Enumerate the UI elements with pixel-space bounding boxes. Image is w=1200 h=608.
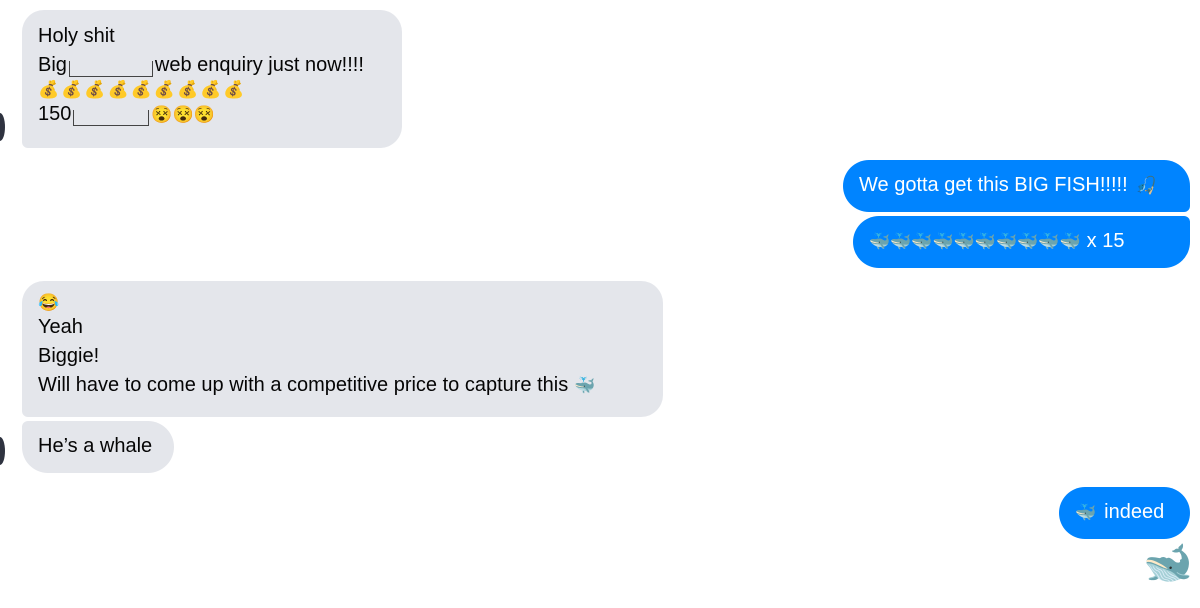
message-text: Will have to come up with a competitive … <box>38 374 569 396</box>
message-text: indeed <box>1104 501 1165 523</box>
message-line: Holy shit <box>38 22 386 51</box>
outgoing-message[interactable]: 🐳 indeed <box>1059 487 1190 539</box>
whale-icon: 🐳🐳🐳🐳🐳🐳🐳🐳🐳🐳 <box>869 231 1081 251</box>
message-text: We gotta get this BIG FISH!!!!! <box>859 174 1128 196</box>
message-line: 🐳🐳🐳🐳🐳🐳🐳🐳🐳🐳 x 15 <box>869 227 1174 256</box>
whale-icon: 🐳 <box>574 375 596 395</box>
sender-avatar[interactable] <box>0 437 5 465</box>
message-text: web enquiry just now!!!! <box>154 54 364 76</box>
message-line: Will have to come up with a competitive … <box>38 371 647 400</box>
message-line: Biggie! <box>38 342 647 371</box>
message-text: Big <box>38 54 67 76</box>
fishing-pole-icon: 🎣 <box>1135 175 1157 195</box>
whale-icon: 🐋 <box>1143 541 1193 585</box>
redacted-text-box <box>73 109 150 126</box>
incoming-message[interactable]: He’s a whale <box>22 421 174 473</box>
sender-avatar[interactable] <box>0 113 5 141</box>
message-line: Big web enquiry just now!!!! <box>38 51 386 80</box>
money-bag-icon: 💰💰💰💰💰💰💰💰💰 <box>38 80 247 99</box>
outgoing-message[interactable]: 🐳🐳🐳🐳🐳🐳🐳🐳🐳🐳 x 15 <box>853 216 1190 268</box>
message-text: Holy shit <box>38 25 115 47</box>
message-line: Yeah <box>38 313 647 342</box>
incoming-message[interactable]: Holy shit Big web enquiry just now!!!! 💰… <box>22 10 402 148</box>
incoming-message[interactable]: 😂 Yeah Biggie! Will have to come up with… <box>22 281 663 417</box>
dizzy-face-icon: 😵😵😵 <box>151 104 215 124</box>
message-line: He’s a whale <box>38 432 158 461</box>
message-line: 150 😵😵😵 <box>38 100 386 129</box>
message-text: Yeah <box>38 316 83 338</box>
message-line: We gotta get this BIG FISH!!!!! 🎣 <box>859 171 1174 200</box>
message-line: 🐳 indeed <box>1075 498 1174 527</box>
message-text: x 15 <box>1086 230 1125 252</box>
laughing-face-icon: 😂 <box>38 293 60 312</box>
outgoing-message[interactable]: We gotta get this BIG FISH!!!!! 🎣 <box>843 160 1190 212</box>
whale-icon: 🐳 <box>1075 502 1097 522</box>
message-text: He’s a whale <box>38 435 153 457</box>
message-line: 😂 <box>38 293 647 313</box>
message-text: 150 <box>38 103 72 125</box>
redacted-text-box <box>68 60 153 77</box>
message-text: Biggie! <box>38 345 100 367</box>
message-line: 💰💰💰💰💰💰💰💰💰 <box>38 80 386 100</box>
